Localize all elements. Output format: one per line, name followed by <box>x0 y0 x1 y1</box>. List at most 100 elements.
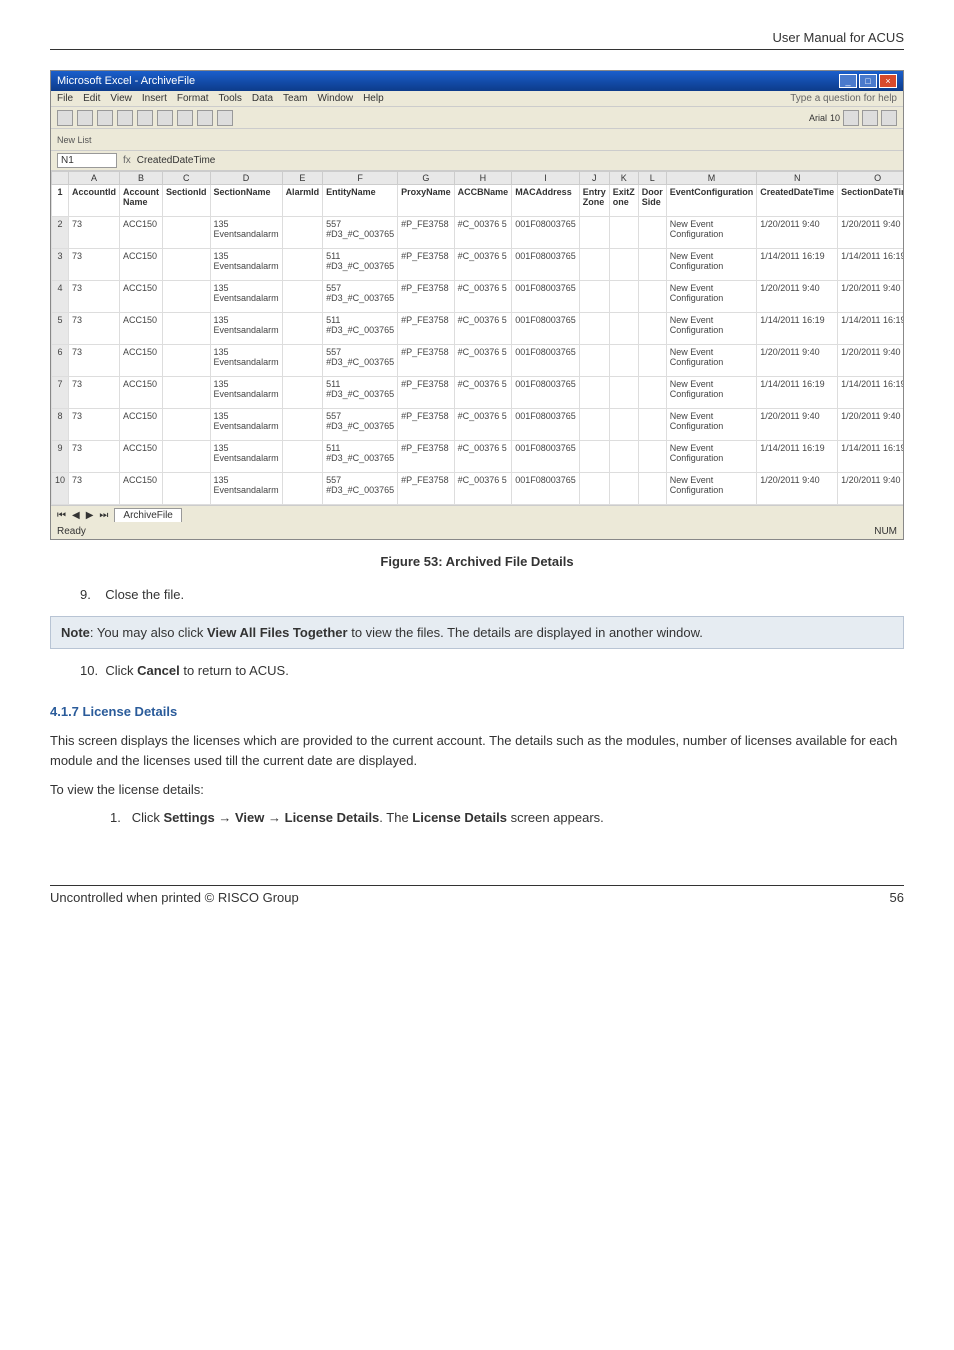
cell[interactable]: #C_00376 5 <box>454 217 512 249</box>
row-header[interactable]: 1 <box>52 185 69 217</box>
row-header[interactable]: 5 <box>52 313 69 345</box>
cell[interactable] <box>579 441 609 473</box>
cell[interactable]: ACC150 <box>120 281 163 313</box>
cell[interactable]: 557 #D3_#C_003765 <box>323 217 398 249</box>
cell[interactable] <box>579 217 609 249</box>
cell[interactable]: AlarmId <box>282 185 323 217</box>
nav-next-icon[interactable]: ▶ <box>86 510 94 521</box>
cell[interactable]: #P_FE3758 <box>398 313 455 345</box>
col-header[interactable]: A <box>69 172 120 185</box>
col-header[interactable]: F <box>323 172 398 185</box>
cell[interactable]: 135 Eventsandalarm <box>210 217 282 249</box>
menu-help[interactable]: Help <box>363 93 384 104</box>
menu-data[interactable]: Data <box>252 93 273 104</box>
cell[interactable] <box>163 281 211 313</box>
cell[interactable]: 1/20/2011 9:40 <box>757 217 838 249</box>
font-name[interactable]: Arial <box>809 113 827 123</box>
menu-format[interactable]: Format <box>177 93 209 104</box>
cell[interactable]: 135 Eventsandalarm <box>210 473 282 505</box>
cell[interactable]: New Event Configuration <box>666 313 757 345</box>
row-header[interactable]: 4 <box>52 281 69 313</box>
cell[interactable]: 1/20/2011 9:40 <box>757 473 838 505</box>
cell[interactable]: 1/14/2011 16:19 <box>838 249 903 281</box>
cell[interactable]: 1/20/2011 9:40 <box>838 281 903 313</box>
cell[interactable]: 001F08003765 <box>512 281 580 313</box>
cell[interactable] <box>163 313 211 345</box>
col-header[interactable]: M <box>666 172 757 185</box>
cell[interactable] <box>163 473 211 505</box>
cell[interactable] <box>163 377 211 409</box>
row-header[interactable]: 10 <box>52 473 69 505</box>
cell[interactable] <box>579 409 609 441</box>
cell[interactable] <box>609 217 638 249</box>
bold-icon[interactable] <box>843 110 859 126</box>
cell[interactable]: #C_00376 5 <box>454 409 512 441</box>
font-size[interactable]: 10 <box>830 113 840 123</box>
cell[interactable]: 001F08003765 <box>512 409 580 441</box>
cell[interactable]: New Event Configuration <box>666 249 757 281</box>
cell[interactable]: 001F08003765 <box>512 249 580 281</box>
cell[interactable]: 001F08003765 <box>512 313 580 345</box>
formula-content[interactable]: CreatedDateTime <box>137 155 216 166</box>
cell[interactable] <box>609 441 638 473</box>
cell[interactable]: ACC150 <box>120 313 163 345</box>
cell[interactable]: 1/20/2011 9:40 <box>838 409 903 441</box>
cell[interactable] <box>163 249 211 281</box>
cell[interactable] <box>609 313 638 345</box>
cell[interactable] <box>282 345 323 377</box>
cell[interactable]: #P_FE3758 <box>398 409 455 441</box>
close-icon[interactable]: × <box>879 74 897 88</box>
cell[interactable]: ACC150 <box>120 217 163 249</box>
menu-view[interactable]: View <box>110 93 132 104</box>
col-header[interactable]: C <box>163 172 211 185</box>
cell[interactable]: 557 #D3_#C_003765 <box>323 473 398 505</box>
cell[interactable] <box>579 249 609 281</box>
cell[interactable]: ACC150 <box>120 249 163 281</box>
cell[interactable]: ACC150 <box>120 345 163 377</box>
menu-edit[interactable]: Edit <box>83 93 100 104</box>
col-header[interactable]: N <box>757 172 838 185</box>
cell[interactable]: #C_00376 5 <box>454 377 512 409</box>
cell[interactable] <box>638 281 666 313</box>
cell[interactable] <box>579 377 609 409</box>
undo-icon[interactable] <box>197 110 213 126</box>
cell[interactable] <box>282 441 323 473</box>
cell[interactable] <box>638 441 666 473</box>
col-header[interactable]: G <box>398 172 455 185</box>
cell[interactable] <box>282 473 323 505</box>
cell[interactable]: SectionId <box>163 185 211 217</box>
cell[interactable] <box>282 313 323 345</box>
cell[interactable]: #C_00376 5 <box>454 313 512 345</box>
cell[interactable]: 135 Eventsandalarm <box>210 441 282 473</box>
row-header[interactable]: 9 <box>52 441 69 473</box>
cell[interactable] <box>609 473 638 505</box>
cell[interactable] <box>638 345 666 377</box>
cell[interactable]: CreatedDateTime <box>757 185 838 217</box>
cell[interactable]: 001F08003765 <box>512 217 580 249</box>
cell[interactable]: 001F08003765 <box>512 345 580 377</box>
cell[interactable]: Entry Zone <box>579 185 609 217</box>
cell[interactable]: 135 Eventsandalarm <box>210 409 282 441</box>
cell[interactable]: #P_FE3758 <box>398 473 455 505</box>
row-header[interactable]: 7 <box>52 377 69 409</box>
open-icon[interactable] <box>77 110 93 126</box>
cell[interactable]: #C_00376 5 <box>454 441 512 473</box>
cell[interactable]: 1/20/2011 9:40 <box>838 217 903 249</box>
cell[interactable] <box>579 473 609 505</box>
cell[interactable] <box>609 281 638 313</box>
cell[interactable] <box>638 409 666 441</box>
cell[interactable] <box>609 377 638 409</box>
cell[interactable]: 73 <box>69 377 120 409</box>
cell[interactable] <box>282 217 323 249</box>
cell[interactable]: 73 <box>69 249 120 281</box>
nav-last-icon[interactable]: ⏭ <box>99 510 108 521</box>
cell[interactable] <box>163 217 211 249</box>
cell[interactable]: 73 <box>69 281 120 313</box>
col-header[interactable]: O <box>838 172 903 185</box>
col-header[interactable]: J <box>579 172 609 185</box>
cell[interactable]: 135 Eventsandalarm <box>210 377 282 409</box>
cell[interactable]: New Event Configuration <box>666 409 757 441</box>
cell[interactable]: Account Name <box>120 185 163 217</box>
cut-icon[interactable] <box>137 110 153 126</box>
cell[interactable]: #P_FE3758 <box>398 217 455 249</box>
